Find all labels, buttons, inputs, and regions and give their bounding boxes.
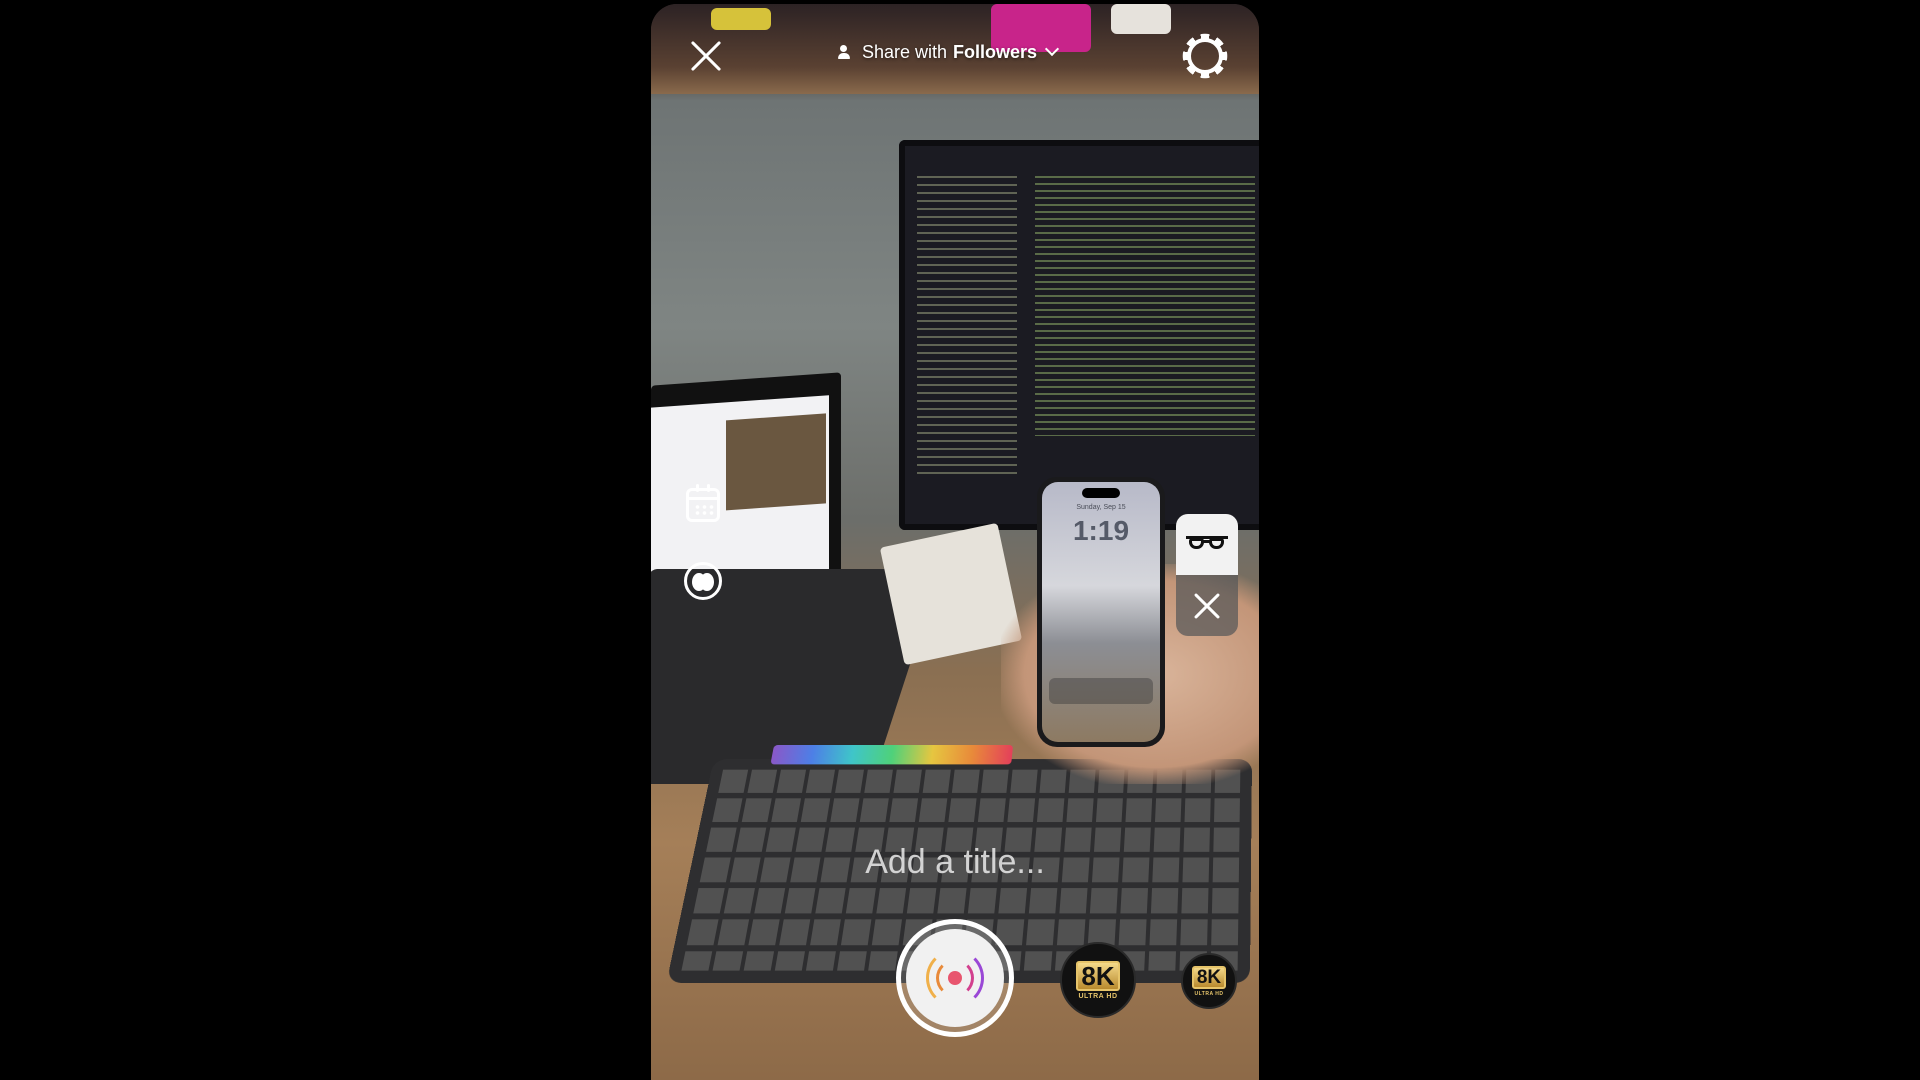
resolution-label: 8K [1076,961,1119,991]
calendar-ring [696,484,699,492]
held-phone-time: 1:19 [1042,515,1160,547]
held-phone-notification [1049,678,1153,704]
held-phone-date: Sunday, Sep 15 [1042,504,1160,511]
resolution-8k-button[interactable]: 8K ULTRA HD [1060,942,1136,1018]
resolution-sub-label: ULTRA HD [1195,991,1224,997]
held-phone: Sunday, Sep 15 1:19 [1037,477,1165,747]
chevron-down-icon [1045,42,1059,56]
dynamic-island [1082,488,1120,498]
laptop-image [726,413,826,510]
gear-icon[interactable] [1187,38,1223,74]
dismiss-close-icon[interactable] [1176,575,1238,636]
glasses-toggle-panel [1176,514,1238,636]
resolution-8k-small-button[interactable]: 8K ULTRA HD [1181,953,1237,1009]
laptop-screen-scene [651,372,841,600]
resolution-label: 8K [1192,966,1226,989]
close-icon[interactable] [690,40,722,72]
calendar-ring [707,484,710,492]
go-live-button[interactable] [896,919,1014,1037]
keyboard-rainbow-keys [770,745,1013,764]
share-audience-label: Followers [953,42,1037,63]
broadcast-icon [906,929,1004,1027]
glasses-lens [1209,538,1224,549]
shelf-object [711,8,771,30]
calendar-dots [694,504,714,516]
code-editor-lines [1035,176,1255,436]
glasses-lens [1189,538,1204,549]
code-file-tree [917,176,1017,476]
held-phone-screen: Sunday, Sep 15 1:19 [1042,482,1160,742]
share-prefix-label: Share with [862,42,947,63]
monitor-scene [899,140,1259,530]
glasses-bridge [1203,540,1210,543]
glasses-button[interactable] [1176,514,1238,575]
group-icon[interactable] [684,562,722,600]
resolution-sub-label: ULTRA HD [1079,993,1118,1000]
go-live-inner [906,929,1004,1027]
people-icon [838,45,856,59]
share-audience-selector[interactable]: Share with Followers [838,41,1057,63]
shelf-object [1111,4,1171,34]
broadcast-dot [948,971,962,985]
title-input[interactable] [760,838,1150,886]
calendar-icon[interactable] [686,488,720,522]
